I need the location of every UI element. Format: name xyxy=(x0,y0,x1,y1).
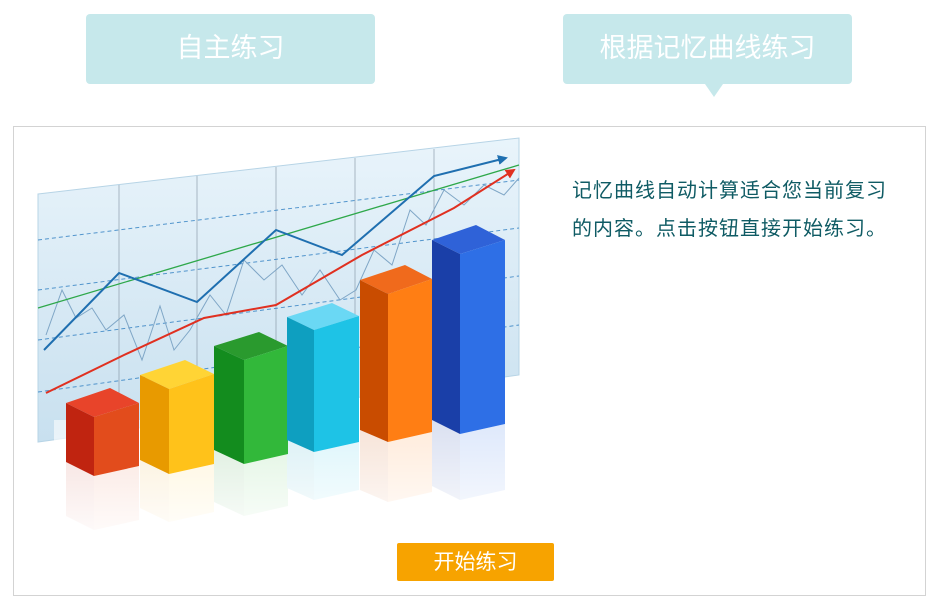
tab-memory-curve-practice[interactable]: 根据记忆曲线练习 xyxy=(563,14,852,84)
description-text: 记忆曲线自动计算适合您当前复习的内容。点击按钮直接开始练习。 xyxy=(572,178,887,240)
active-tab-pointer xyxy=(705,84,723,97)
tab-free-practice[interactable]: 自主练习 xyxy=(86,14,375,84)
start-practice-button[interactable]: 开始练习 xyxy=(397,543,554,581)
3d-bar-chart-icon xyxy=(37,137,524,550)
